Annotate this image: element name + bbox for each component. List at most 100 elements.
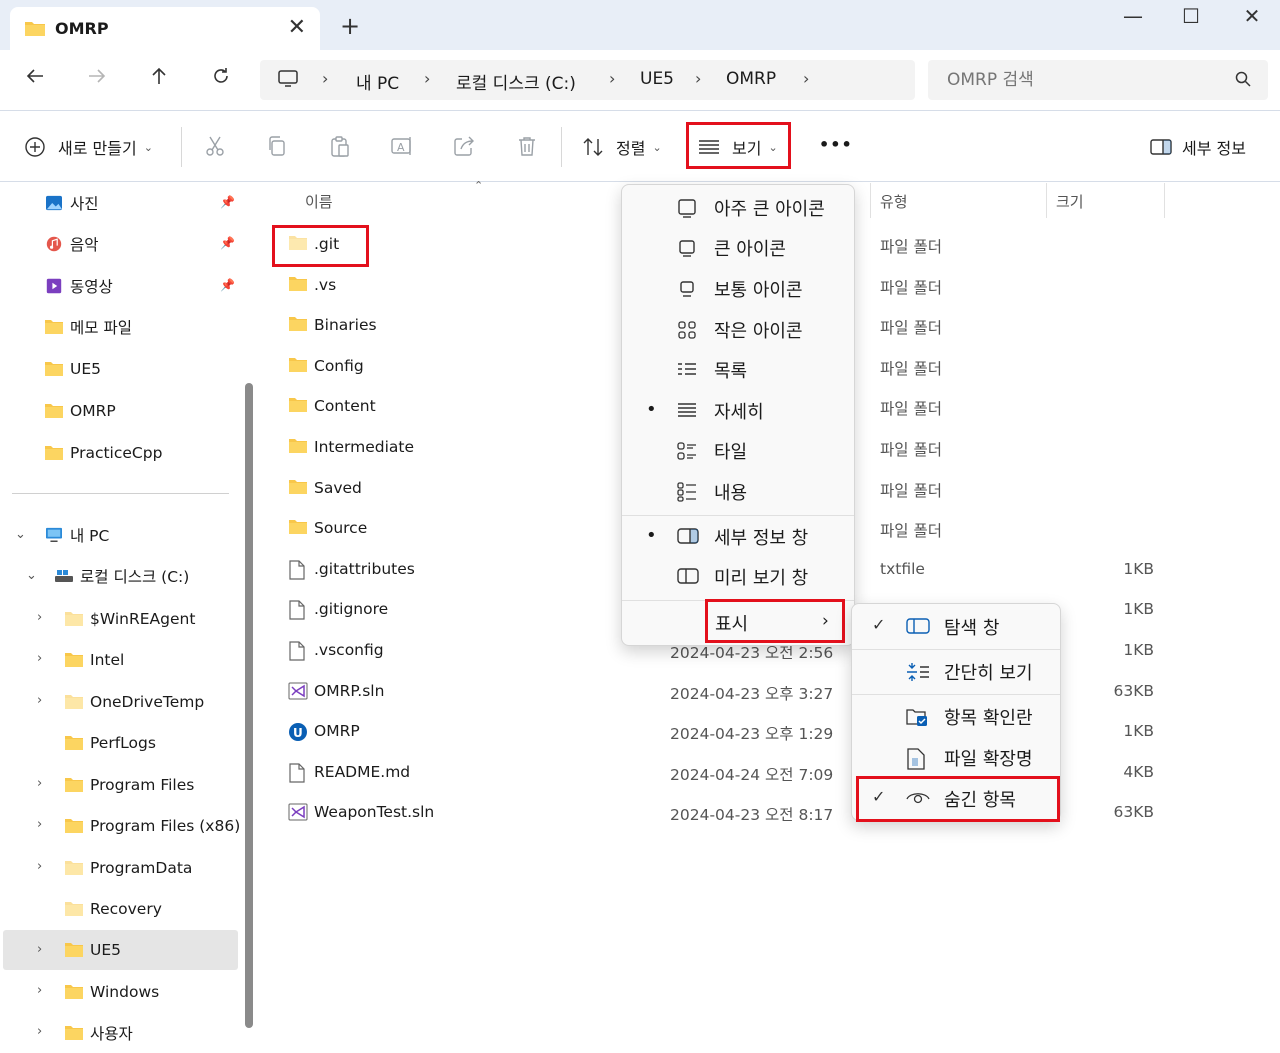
sidebar-item-memo[interactable]: 메모 파일 bbox=[44, 312, 132, 342]
chevron-right-icon[interactable]: › bbox=[37, 983, 42, 998]
column-divider[interactable] bbox=[1164, 183, 1165, 218]
sort-label: 정렬 bbox=[616, 139, 646, 158]
folder-icon bbox=[65, 695, 83, 709]
new-button-label: 새로 만들기 bbox=[58, 139, 137, 158]
sidebar-item-folder[interactable]: OneDriveTemp bbox=[64, 687, 204, 717]
sidebar-item-folder[interactable]: Recovery bbox=[64, 894, 162, 924]
menu-item-small-icons[interactable]: 작은 아이콘 bbox=[622, 310, 854, 348]
chevron-right-icon[interactable]: › bbox=[37, 942, 42, 957]
breadcrumb-omrp[interactable]: OMRP bbox=[726, 69, 776, 89]
sidebar-item-omrp[interactable]: OMRP bbox=[44, 396, 116, 426]
menu-item-tiles[interactable]: 타일 bbox=[622, 431, 854, 469]
sidebar-item-music[interactable]: 음악 bbox=[44, 229, 99, 259]
chevron-down-icon[interactable]: ⌄ bbox=[15, 527, 26, 542]
cut-icon[interactable] bbox=[204, 135, 226, 162]
menu-item-file-extensions[interactable]: 파일 확장명 bbox=[852, 737, 1060, 777]
close-tab-button[interactable]: ✕ bbox=[288, 15, 306, 40]
sidebar-item-ue5[interactable]: UE5 bbox=[44, 354, 101, 384]
sidebar-item-folder-selected[interactable]: UE5 bbox=[64, 935, 121, 965]
monitor-icon bbox=[278, 70, 298, 92]
new-tab-button[interactable]: + bbox=[340, 12, 360, 40]
tab-omrp[interactable]: OMRP ✕ bbox=[10, 7, 320, 50]
sidebar-item-practicecpp[interactable]: PracticeCpp bbox=[44, 438, 162, 468]
sidebar-item-photos[interactable]: 사진 bbox=[44, 188, 99, 218]
breadcrumb-drive[interactable]: 로컬 디스크 (C:) bbox=[456, 69, 576, 94]
up-button[interactable] bbox=[144, 66, 174, 94]
new-button[interactable]: 새로 만들기 ⌄ bbox=[24, 133, 153, 161]
forward-button[interactable] bbox=[82, 66, 112, 94]
pin-icon[interactable]: 📌 bbox=[220, 236, 235, 250]
chevron-right-icon[interactable]: › bbox=[37, 693, 42, 708]
sidebar-item-label: 메모 파일 bbox=[70, 319, 132, 337]
rename-icon[interactable]: A bbox=[390, 135, 414, 162]
column-header-type[interactable]: 유형 bbox=[880, 191, 908, 212]
breadcrumb-this-pc[interactable]: 내 PC bbox=[356, 69, 399, 94]
chevron-right-icon[interactable]: › bbox=[37, 651, 42, 666]
menu-item-content[interactable]: 내용 bbox=[622, 472, 854, 510]
list-icon bbox=[678, 363, 696, 375]
sidebar-item-folder[interactable]: ProgramData bbox=[64, 853, 192, 883]
sidebar-item-label: 사진 bbox=[70, 195, 99, 213]
sort-button[interactable]: 정렬 ⌄ bbox=[582, 133, 662, 161]
sidebar-item-this-pc[interactable]: 내 PC bbox=[44, 520, 109, 550]
search-icon[interactable] bbox=[1234, 70, 1252, 92]
video-icon bbox=[46, 278, 62, 294]
menu-item-details[interactable]: • 자세히 bbox=[622, 391, 854, 429]
chevron-right-icon[interactable]: › bbox=[37, 610, 42, 625]
menu-item-list[interactable]: 목록 bbox=[622, 350, 854, 388]
sidebar-item-folder[interactable]: 사용자 bbox=[64, 1018, 133, 1048]
menu-item-extra-large-icons[interactable]: 아주 큰 아이콘 bbox=[622, 188, 854, 226]
menu-item-preview-pane[interactable]: 미리 보기 창 bbox=[622, 557, 854, 595]
menu-item-item-checkboxes[interactable]: 항목 확인란 bbox=[852, 696, 1060, 736]
scrollbar-thumb[interactable] bbox=[245, 383, 253, 1028]
sidebar-item-folder[interactable]: Program Files bbox=[64, 770, 194, 800]
chevron-down-icon[interactable]: ⌄ bbox=[26, 568, 37, 583]
menu-item-compact-view[interactable]: 간단히 보기 bbox=[852, 651, 1060, 691]
pin-icon[interactable]: 📌 bbox=[220, 195, 235, 209]
file-row[interactable]: README.md 2024-04-24 오전 7:09 4KB bbox=[258, 753, 1280, 793]
column-divider[interactable] bbox=[870, 183, 871, 218]
delete-icon[interactable] bbox=[516, 135, 538, 162]
breadcrumb-ue5[interactable]: UE5 bbox=[640, 69, 674, 89]
sidebar-item-folder[interactable]: Program Files (x86) bbox=[64, 811, 240, 841]
paste-icon[interactable] bbox=[329, 135, 351, 162]
column-divider[interactable] bbox=[1046, 183, 1047, 218]
file-row[interactable]: OMRP.sln 2024-04-23 오후 3:27 63KB bbox=[258, 672, 1280, 712]
menu-item-large-icons[interactable]: 큰 아이콘 bbox=[622, 228, 854, 266]
maximize-button[interactable]: ☐ bbox=[1171, 4, 1211, 28]
view-menu: 아주 큰 아이콘 큰 아이콘 보통 아이콘 작은 아이콘 목록 • 자세히 타일… bbox=[621, 184, 855, 646]
refresh-button[interactable] bbox=[206, 66, 236, 94]
chevron-right-icon[interactable]: › bbox=[37, 817, 42, 832]
back-button[interactable] bbox=[20, 66, 50, 94]
menu-item-navigation-pane[interactable]: ✓ 탐색 창 bbox=[852, 606, 1060, 646]
chevron-right-icon[interactable]: › bbox=[37, 776, 42, 791]
pin-icon[interactable]: 📌 bbox=[220, 278, 235, 292]
sidebar-scrollbar[interactable] bbox=[243, 203, 255, 1048]
details-pane-button[interactable]: 세부 정보 bbox=[1150, 133, 1246, 161]
column-header-size[interactable]: 크기 bbox=[1056, 191, 1084, 212]
file-row[interactable]: U OMRP 2024-04-23 오후 1:29 1KB bbox=[258, 712, 1280, 752]
sidebar-item-folder[interactable]: $WinREAgent bbox=[64, 604, 195, 634]
copy-icon[interactable] bbox=[266, 135, 288, 162]
search-input[interactable] bbox=[928, 60, 1228, 100]
more-options-button[interactable]: ••• bbox=[819, 135, 853, 154]
sidebar-item-drive-c[interactable]: 로컬 디스크 (C:) bbox=[54, 561, 189, 591]
chevron-right-icon[interactable]: › bbox=[37, 859, 42, 874]
details-icon bbox=[678, 403, 696, 417]
menu-item-medium-icons[interactable]: 보통 아이콘 bbox=[622, 269, 854, 307]
chevron-right-icon[interactable]: › bbox=[37, 1024, 42, 1039]
sidebar-item-folder[interactable]: Intel bbox=[64, 645, 124, 675]
minimize-button[interactable]: — bbox=[1113, 4, 1153, 28]
sidebar-item-folder[interactable]: Windows bbox=[64, 977, 159, 1007]
file-row[interactable]: WeaponTest.sln 2024-04-23 오전 8:17 63KB bbox=[258, 793, 1280, 833]
file-name: WeaponTest.sln bbox=[314, 803, 435, 822]
close-window-button[interactable]: ✕ bbox=[1232, 4, 1272, 28]
navigation-pane-icon bbox=[906, 618, 930, 634]
sidebar-item-folder[interactable]: PerfLogs bbox=[64, 728, 156, 758]
sidebar-item-videos[interactable]: 동영상 bbox=[44, 271, 113, 301]
address-bar[interactable]: › 내 PC › 로컬 디스크 (C:) › UE5 › OMRP › bbox=[260, 60, 915, 100]
menu-item-details-pane[interactable]: • 세부 정보 창 bbox=[622, 517, 854, 555]
share-icon[interactable] bbox=[453, 135, 475, 162]
folder-icon bbox=[65, 653, 83, 667]
column-header-name[interactable]: 이름 bbox=[305, 191, 333, 212]
